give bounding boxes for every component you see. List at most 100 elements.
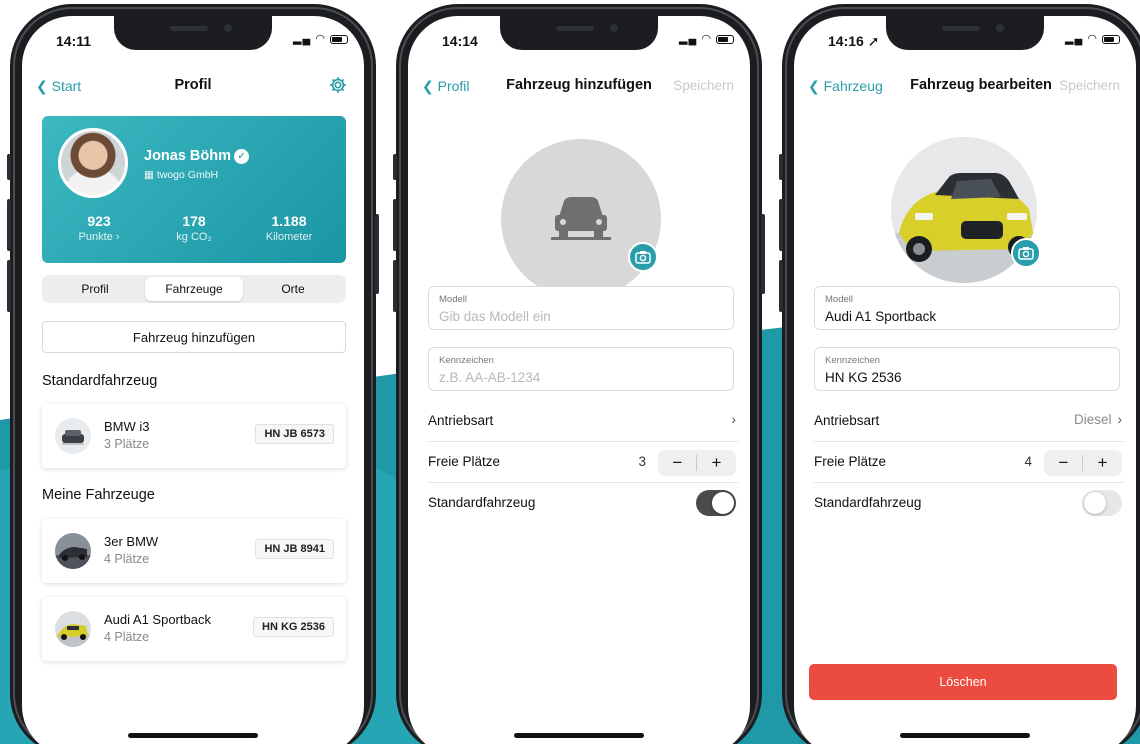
stat-km: 1.188 Kilometer: [241, 213, 337, 243]
plate-label: Kennzeichen: [825, 355, 880, 366]
drive-type-label: Antriebsart: [814, 413, 880, 428]
nav-bar: ❮ Start Profil: [22, 72, 364, 102]
default-vehicle-toggle[interactable]: [696, 490, 736, 516]
back-button[interactable]: ❮ Start: [36, 78, 81, 95]
back-button[interactable]: ❮ Profil: [422, 78, 470, 95]
plate-field[interactable]: Kennzeichen z.B. AA-AB-1234: [428, 347, 734, 391]
status-icons: ▂▄ ◠: [679, 32, 734, 45]
status-icons: ▂▄ ◠: [1065, 32, 1120, 45]
phone-profile: 14:11 ▂▄ ◠ ❮ Start Profil Jonas Böhm ✓ ▦ …: [7, 4, 379, 744]
delete-button[interactable]: Löschen: [809, 664, 1117, 700]
vehicle-card[interactable]: Audi A1 Sportback 4 Plätze HN KG 2536: [42, 597, 346, 661]
vehicle-name: 3er BMW: [104, 534, 159, 549]
screen-edit-vehicle: 14:16 ➚ ▂▄ ◠ ❮ Fahrzeug Fahrzeug bearbei…: [794, 16, 1136, 744]
car-placeholder-icon: [551, 197, 611, 240]
vehicle-name: BMW i3: [104, 419, 150, 434]
stat-value: 1.188: [271, 213, 307, 229]
screen-profile: 14:11 ▂▄ ◠ ❮ Start Profil Jonas Böhm ✓ ▦ …: [22, 16, 364, 744]
stat-co2: 178 kg CO₂: [146, 213, 242, 243]
back-label: Fahrzeug: [823, 78, 883, 94]
chevron-right-icon: ›: [1117, 412, 1123, 427]
signal-icon: ▂▄: [293, 33, 312, 45]
model-value: Audi A1 Sportback: [825, 309, 937, 324]
battery-icon: [716, 34, 734, 44]
phone-edit-vehicle: 14:16 ➚ ▂▄ ◠ ❮ Fahrzeug Fahrzeug bearbei…: [779, 4, 1140, 744]
free-seats-row: Freie Plätze 3 − +: [428, 443, 738, 483]
default-vehicle-label: Standardfahrzeug: [428, 495, 536, 510]
tab-orte[interactable]: Orte: [244, 277, 342, 301]
free-seats-label: Freie Plätze: [428, 454, 501, 469]
vehicle-seats: 4 Plätze: [104, 552, 150, 566]
wifi-icon: ◠: [315, 33, 326, 45]
model-field[interactable]: Modell Audi A1 Sportback: [814, 286, 1120, 330]
camera-icon: [1018, 247, 1034, 260]
profile-name: Jonas Böhm ✓: [144, 148, 250, 164]
home-indicator: [900, 733, 1030, 738]
chevron-right-icon: ›: [731, 412, 737, 427]
nav-bar: ❮ Fahrzeug Fahrzeug bearbeiten Speichern: [794, 72, 1136, 102]
tab-profil[interactable]: Profil: [46, 277, 144, 301]
model-label: Modell: [825, 294, 853, 305]
drive-type-row[interactable]: Antriebsart ›: [428, 402, 738, 442]
gear-icon: [330, 77, 346, 93]
verified-icon: ✓: [234, 149, 250, 164]
license-plate: HN JB 8941: [255, 539, 334, 559]
plate-value: HN KG 2536: [825, 370, 902, 385]
save-button[interactable]: Speichern: [1059, 78, 1120, 93]
section-heading-my-vehicles: Meine Fahrzeuge: [42, 487, 155, 503]
default-vehicle-toggle[interactable]: [1082, 490, 1122, 516]
section-heading-default: Standardfahrzeug: [42, 373, 158, 389]
vehicle-thumbnail: [55, 533, 91, 569]
home-indicator: [514, 733, 644, 738]
profile-card: Jonas Böhm ✓ ▦ twogo GmbH 923 Punkte › 178…: [42, 116, 346, 263]
battery-icon: [330, 34, 348, 44]
wifi-icon: ◠: [1087, 33, 1098, 45]
model-field[interactable]: Modell Gib das Modell ein: [428, 286, 734, 330]
profile-company: ▦ twogo GmbH: [144, 169, 218, 181]
drive-type-row[interactable]: Antriebsart Diesel ›: [814, 402, 1124, 442]
decrement-button[interactable]: −: [1044, 450, 1083, 476]
change-photo-button[interactable]: [1011, 238, 1041, 268]
save-button[interactable]: Speichern: [673, 78, 734, 93]
status-icons: ▂▄ ◠: [293, 32, 348, 45]
building-icon: ▦: [144, 169, 154, 181]
segmented-control: Profil Fahrzeuge Orte: [42, 275, 346, 303]
stat-label: Punkte ›: [78, 231, 120, 243]
tab-fahrzeuge[interactable]: Fahrzeuge: [145, 277, 243, 301]
vehicle-photo-placeholder[interactable]: [501, 139, 661, 299]
license-plate: HN KG 2536: [253, 617, 334, 637]
vehicle-card[interactable]: 3er BMW 4 Plätze HN JB 8941: [42, 519, 346, 583]
status-time: 14:14: [442, 33, 478, 49]
location-icon: ➚: [867, 33, 880, 49]
vehicle-seats: 3 Plätze: [104, 437, 150, 451]
settings-button[interactable]: [328, 75, 348, 100]
drive-type-value: ›: [726, 412, 737, 427]
increment-button[interactable]: +: [697, 450, 736, 476]
add-photo-button[interactable]: [628, 242, 658, 272]
default-vehicle-row: Standardfahrzeug: [814, 484, 1124, 524]
camera-icon: [635, 251, 651, 264]
decrement-button[interactable]: −: [658, 450, 697, 476]
vehicle-thumbnail: [55, 418, 91, 454]
chevron-left-icon: ❮: [36, 78, 48, 94]
notch: [114, 16, 272, 50]
free-seats-row: Freie Plätze 4 − +: [814, 443, 1124, 483]
stat-points[interactable]: 923 Punkte ›: [51, 213, 147, 243]
nav-bar: ❮ Profil Fahrzeug hinzufügen Speichern: [408, 72, 750, 102]
chevron-left-icon: ❮: [422, 78, 434, 94]
stat-label: Kilometer: [265, 231, 313, 243]
plate-field[interactable]: Kennzeichen HN KG 2536: [814, 347, 1120, 391]
default-vehicle-row: Standardfahrzeug: [428, 484, 738, 524]
add-vehicle-button[interactable]: Fahrzeug hinzufügen: [42, 321, 346, 353]
increment-button[interactable]: +: [1083, 450, 1122, 476]
status-time-text: 14:16: [828, 33, 864, 49]
model-placeholder: Gib das Modell ein: [439, 309, 551, 324]
home-indicator: [128, 733, 258, 738]
signal-icon: ▂▄: [1065, 33, 1084, 45]
vehicle-card-default[interactable]: BMW i3 3 Plätze HN JB 6573: [42, 404, 346, 468]
back-button[interactable]: ❮ Fahrzeug: [808, 78, 883, 95]
free-seats-label: Freie Plätze: [814, 454, 887, 469]
signal-icon: ▂▄: [679, 33, 698, 45]
status-time: 14:11: [56, 33, 92, 49]
battery-icon: [1102, 34, 1120, 44]
